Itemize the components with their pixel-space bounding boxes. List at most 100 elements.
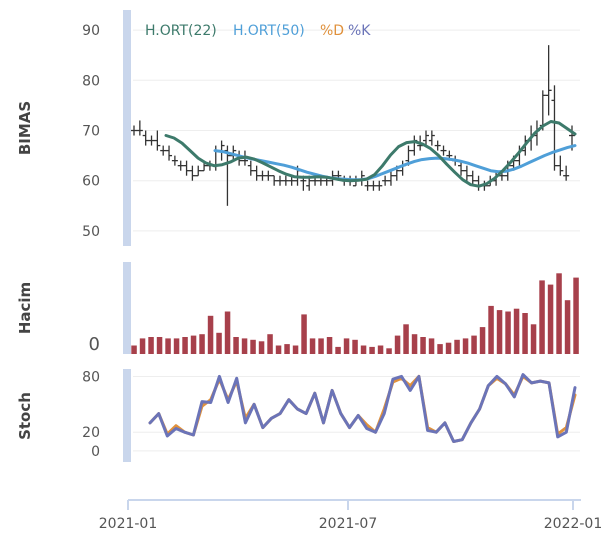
volume-bar xyxy=(156,337,163,354)
volume-bar xyxy=(292,345,299,354)
ohlc-bar xyxy=(166,145,173,161)
ohlc-bar xyxy=(148,135,155,146)
ohlc-bar xyxy=(399,160,406,176)
y-tick-label: 50 xyxy=(82,224,100,240)
ohlc-bar xyxy=(142,130,149,146)
ohlc-bar xyxy=(370,180,377,191)
volume-bar xyxy=(539,280,545,354)
volume-bar xyxy=(148,337,154,354)
ohlc-bar xyxy=(154,130,161,151)
volume-bar xyxy=(309,338,316,354)
volume-bar xyxy=(233,337,239,354)
ohlc-bar xyxy=(189,165,196,181)
legend-item-ma22[interactable]: H.ORT(22) xyxy=(145,23,217,39)
stock-chart: BIMAS 50 60 70 80 90 H.ORT(22) H.ORT(50) %D … xyxy=(16,10,603,532)
volume-bar xyxy=(360,345,367,354)
volume-axis-band xyxy=(123,262,131,354)
volume-bar xyxy=(547,284,554,354)
volume-bar xyxy=(454,339,460,354)
volume-bar xyxy=(165,338,171,354)
price-grid xyxy=(133,29,580,232)
y-tick-label: 20 xyxy=(82,425,100,441)
ohlc-bar xyxy=(411,135,418,156)
volume-bar xyxy=(386,348,392,354)
volume-bar xyxy=(496,310,503,354)
legend-item-d[interactable]: %D xyxy=(320,23,344,39)
volume-bar xyxy=(394,335,401,354)
ohlc-bar xyxy=(136,120,143,136)
y-tick-label: 60 xyxy=(82,174,100,190)
ohlc-bar xyxy=(282,175,289,186)
ohlc-bar xyxy=(382,175,389,186)
stoch-y-ticks: 0 20 80 xyxy=(82,369,100,459)
volume-bar xyxy=(207,315,214,354)
volume-bar xyxy=(428,338,435,354)
volume-bar xyxy=(369,346,375,354)
volume-bar xyxy=(250,339,256,354)
volume-bar xyxy=(343,338,350,354)
time-axis: 2021-01 2021-07 2022-01 xyxy=(99,499,603,532)
volume-bar xyxy=(471,335,477,354)
volume-bar xyxy=(479,327,486,354)
y-tick-label: 80 xyxy=(82,369,100,385)
ohlc-bar xyxy=(131,125,137,136)
volume-bar xyxy=(573,277,579,354)
volume-bar xyxy=(556,273,562,354)
ohlc-bar xyxy=(160,145,167,156)
volume-panel-ylabel: Hacim xyxy=(16,282,34,334)
volume-bar xyxy=(530,324,537,354)
volume-bar xyxy=(420,337,426,354)
stoch-panel: Stoch 0 20 80 xyxy=(16,369,580,462)
ohlc-bar xyxy=(463,165,470,181)
x-tick-label: 2021-01 xyxy=(99,516,158,532)
volume-bar xyxy=(326,337,333,354)
ohlc-bar xyxy=(475,175,482,191)
ohlc-bar xyxy=(183,160,190,176)
stoch-d-line xyxy=(148,374,577,443)
ohlc-bar xyxy=(265,170,272,181)
volume-bar xyxy=(301,314,307,354)
ohlc-bar xyxy=(551,85,558,171)
ohlc-bar xyxy=(277,175,283,186)
legend-item-k[interactable]: %K xyxy=(348,23,371,39)
ohlc-bar xyxy=(259,170,266,181)
volume-bar xyxy=(190,335,197,354)
y-tick-label: 70 xyxy=(82,124,100,140)
stoch-k-line xyxy=(148,373,577,443)
volume-bars xyxy=(131,273,579,354)
volume-panel: Hacim 0 xyxy=(16,262,579,355)
volume-bar xyxy=(335,346,341,354)
volume-bar xyxy=(411,334,418,354)
x-tick-label: 2022-01 xyxy=(544,516,603,532)
volume-bar xyxy=(131,345,137,354)
legend-item-ma50[interactable]: H.ORT(50) xyxy=(233,23,305,39)
volume-bar xyxy=(318,338,324,354)
volume-bar xyxy=(445,342,452,354)
stoch-axis-band xyxy=(123,369,131,462)
volume-bar xyxy=(352,339,358,354)
ohlc-bar xyxy=(195,165,202,177)
legend: H.ORT(22) H.ORT(50) %D %K xyxy=(145,23,371,39)
ohlc-bar xyxy=(177,160,184,171)
y-tick-label: 0 xyxy=(91,444,100,460)
ohlc-bar xyxy=(387,170,394,186)
volume-bar xyxy=(258,341,265,354)
ohlc-bar xyxy=(557,155,564,176)
time-axis-ticks: 2021-01 2021-07 2022-01 xyxy=(99,500,603,532)
volume-bar xyxy=(224,311,231,354)
volume-bar xyxy=(199,334,205,354)
volume-bar xyxy=(284,344,290,354)
volume-bar xyxy=(139,338,146,354)
ohlc-bar xyxy=(253,165,260,181)
volume-bar xyxy=(241,338,248,354)
volume-bar xyxy=(173,338,180,354)
ohlc-bar xyxy=(364,180,371,191)
ohlc-bar xyxy=(563,165,570,181)
volume-y-ticks: 0 xyxy=(89,334,100,355)
ohlc-bar xyxy=(434,140,441,151)
volume-bar xyxy=(216,332,222,354)
volume-bar xyxy=(488,305,494,354)
price-y-ticks: 50 60 70 80 90 xyxy=(82,23,100,240)
ohlc-bar xyxy=(247,160,254,176)
x-tick-label: 2021-07 xyxy=(319,516,378,532)
